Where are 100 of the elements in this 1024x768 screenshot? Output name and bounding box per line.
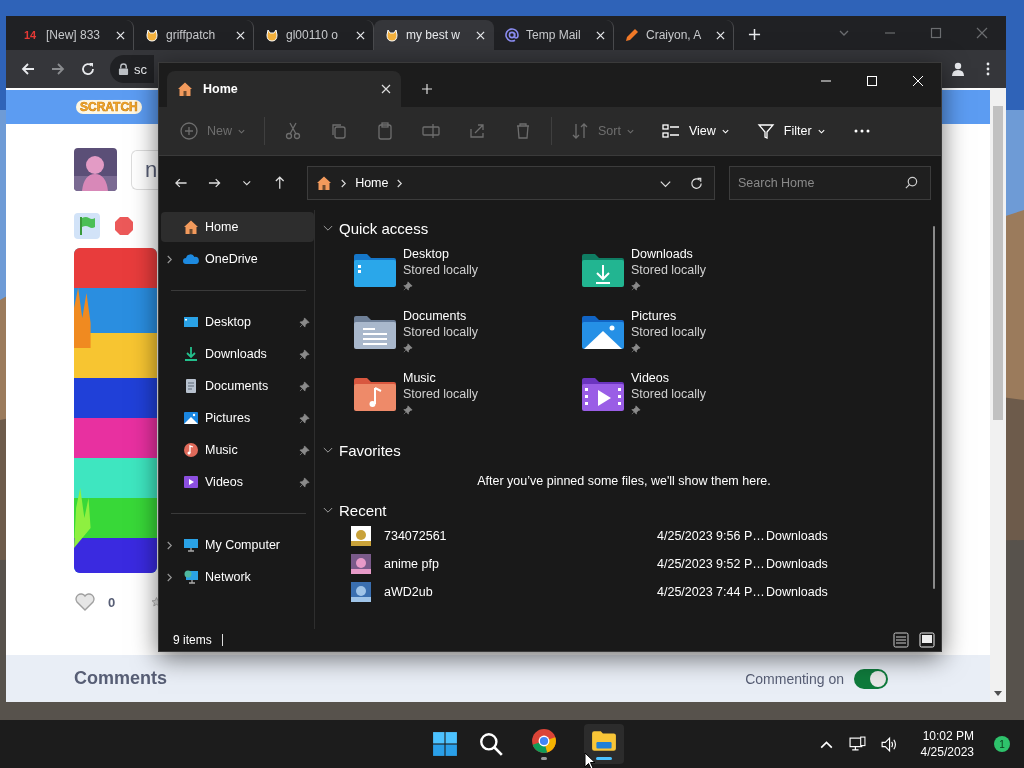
folder-icon (353, 314, 397, 350)
refresh-icon[interactable] (689, 175, 704, 191)
folder-status: Stored locally (403, 386, 479, 402)
sidebar-item[interactable]: Music (161, 435, 314, 465)
sort-icon (570, 121, 590, 141)
chevron-right-icon[interactable] (165, 572, 173, 582)
folder-icon (353, 376, 397, 412)
home-icon (316, 175, 333, 191)
folder-tile[interactable]: Pictures Stored locally (581, 306, 809, 368)
scrollbar[interactable] (990, 88, 1006, 702)
chevron-right-icon[interactable] (165, 540, 173, 550)
download-icon (183, 346, 199, 362)
reload-icon[interactable] (80, 61, 96, 77)
scrollbar[interactable] (933, 226, 935, 589)
network-icon[interactable] (848, 735, 866, 753)
scrollbar-thumb[interactable] (993, 106, 1003, 420)
new-tab-icon[interactable] (748, 28, 761, 41)
folder-tile[interactable]: Downloads Stored locally (581, 244, 809, 306)
folder-tile[interactable]: Desktop Stored locally (353, 244, 581, 306)
view-icon (660, 121, 681, 141)
sidebar-item[interactable]: Downloads (161, 339, 314, 369)
cat-icon (384, 27, 400, 43)
video-icon (183, 474, 199, 490)
tiles-view-icon[interactable] (919, 632, 935, 648)
heart-icon[interactable] (74, 592, 96, 612)
love-count: 0 (108, 594, 116, 610)
monitor-icon (183, 537, 199, 553)
chevron-down-icon[interactable] (323, 506, 333, 514)
music-note-icon (183, 442, 199, 458)
item-count: 9 items (173, 633, 212, 647)
empty-message: After you’ve pinned some files, we'll show them here. (477, 474, 771, 488)
file-row[interactable]: 734072561 4/25/2023 9:56 P…Downloads (323, 522, 941, 550)
folder-icon (353, 252, 397, 288)
back-icon[interactable] (20, 61, 36, 77)
taskbar-button[interactable] (584, 724, 624, 764)
notification-badge[interactable]: 1 (994, 736, 1010, 752)
folder-name: Music (403, 370, 437, 386)
volume-icon[interactable] (879, 735, 897, 753)
flag-icon[interactable] (74, 213, 100, 239)
breadcrumb[interactable]: Home (355, 176, 389, 190)
folder-status: Stored locally (403, 262, 479, 278)
search-icon[interactable] (478, 731, 504, 757)
sidebar-item[interactable]: My Computer (161, 530, 314, 560)
folder-status: Stored locally (631, 324, 707, 340)
stop-icon[interactable] (114, 216, 134, 236)
new-icon (179, 121, 199, 141)
tab-title: gl00110 o (286, 28, 338, 42)
folder-icon (591, 728, 617, 754)
windows-logo-icon[interactable] (432, 731, 458, 757)
address-bar[interactable]: Home (307, 166, 715, 200)
sidebar-item[interactable]: Pictures (161, 403, 314, 433)
sidebar-item[interactable]: Documents (161, 371, 314, 401)
folder-tile[interactable]: Music Stored locally (353, 368, 581, 430)
search-icon (904, 175, 919, 190)
file-row[interactable]: aWD2ub 4/25/2023 7:44 P…Downloads (323, 578, 941, 606)
tab-title: griffpatch (166, 28, 216, 42)
file-location: Downloads (766, 557, 828, 571)
pencil-icon (624, 27, 640, 43)
section-heading: Favorites (339, 441, 401, 459)
folder-name: Videos (631, 370, 670, 386)
chevron-down-icon[interactable] (323, 446, 333, 454)
new-tab-icon[interactable] (421, 83, 433, 95)
sidebar-item[interactable]: Videos (161, 467, 314, 497)
sidebar-item[interactable]: Desktop (161, 307, 314, 337)
section-heading: Quick access (339, 219, 429, 237)
image-icon (183, 410, 199, 426)
scroll-down-icon[interactable] (994, 691, 1002, 697)
home-icon (183, 219, 199, 235)
toggle-switch[interactable] (854, 668, 888, 689)
desktop-icon (183, 314, 199, 330)
address-bar[interactable]: sc (110, 55, 154, 83)
browser-icon[interactable] (531, 728, 557, 754)
profile-icon[interactable] (950, 61, 966, 77)
clock[interactable]: 10:02 PM 4/25/2023 (920, 728, 974, 760)
explorer-tab[interactable]: Home (167, 71, 401, 107)
chevron-right-icon[interactable] (165, 254, 173, 264)
sidebar-item[interactable]: Home (161, 212, 314, 242)
folder-icon (581, 376, 625, 412)
file-location: Downloads (766, 585, 828, 599)
folder-name: Pictures (631, 308, 678, 324)
browser-tab[interactable]: my best w (374, 20, 494, 50)
file-row[interactable]: anime pfp 4/25/2023 9:52 P…Downloads (323, 550, 941, 578)
file-date: 4/25/2023 9:56 P… (657, 529, 766, 543)
view-button[interactable]: View (660, 117, 730, 145)
folder-name: Downloads (631, 246, 694, 262)
sidebar-item[interactable]: OneDrive (161, 244, 314, 274)
filter-button[interactable]: Filter (755, 117, 826, 145)
details-view-icon[interactable] (893, 632, 909, 648)
file-name: aWD2ub (383, 585, 434, 599)
file-location: Downloads (766, 529, 828, 543)
unread-count: 14 (24, 29, 38, 41)
lock-icon (118, 62, 129, 76)
folder-tile[interactable]: Videos Stored locally (581, 368, 809, 430)
folder-tile[interactable]: Documents Stored locally (353, 306, 581, 368)
search-field[interactable]: Search Home (729, 166, 931, 200)
cat-icon (264, 27, 280, 43)
sidebar-item[interactable]: Network (161, 562, 314, 592)
folder-status: Stored locally (631, 386, 707, 402)
chevron-down-icon[interactable] (323, 224, 333, 232)
folder-icon (581, 314, 625, 350)
